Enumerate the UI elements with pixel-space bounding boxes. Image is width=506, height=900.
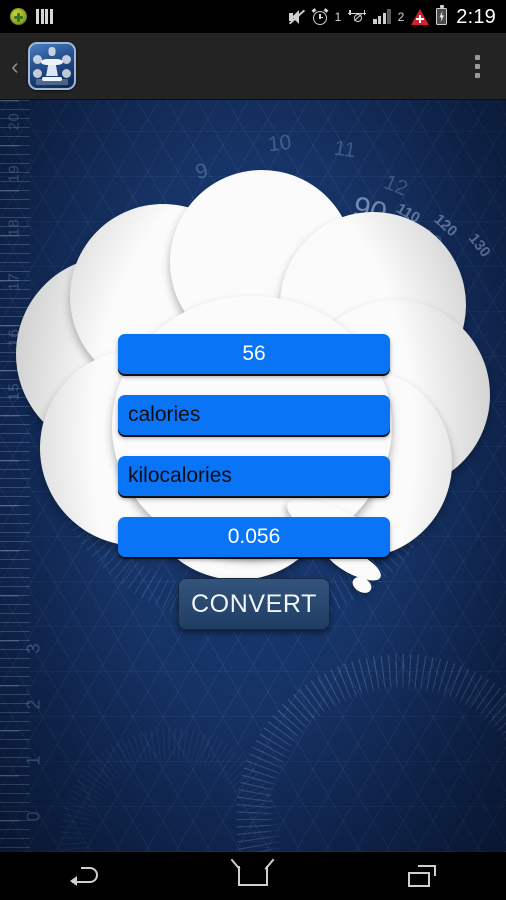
signal-count: 2 xyxy=(397,9,405,24)
signal-icon xyxy=(373,9,391,24)
back-arrow-icon xyxy=(70,866,99,886)
alert-triangle-icon xyxy=(411,8,430,25)
sim-bars-icon xyxy=(36,9,53,24)
to-unit-input[interactable]: kilocalories xyxy=(118,456,390,496)
unit-converter-app-icon[interactable] xyxy=(28,42,76,90)
home-icon xyxy=(237,866,268,886)
from-unit-input[interactable]: calories xyxy=(118,395,390,435)
overflow-menu-icon[interactable] xyxy=(464,44,490,88)
battery-charging-icon xyxy=(436,5,448,25)
status-bar-left xyxy=(0,8,53,25)
content-area: 7 8 9 10 11 12 13 14 15 16 4 5 6 130 120… xyxy=(0,100,506,852)
no-calls-icon xyxy=(348,10,367,23)
value-input[interactable]: 56 xyxy=(118,334,390,374)
phone-screen: 1 2 2:19 ‹ 7 xyxy=(0,0,506,900)
alarm-icon xyxy=(311,7,329,25)
recents-button[interactable] xyxy=(372,852,472,900)
home-button[interactable] xyxy=(203,852,303,900)
sync-icon xyxy=(10,8,27,25)
recents-icon xyxy=(407,865,436,887)
mute-icon xyxy=(288,9,305,25)
clock: 2:19 xyxy=(456,5,496,28)
converter-form: 56 calories kilocalories 0.056 CONVERT xyxy=(118,334,390,630)
navigation-bar xyxy=(0,852,506,900)
back-chevron-icon[interactable]: ‹ xyxy=(0,33,26,100)
back-button[interactable] xyxy=(34,852,134,900)
status-bar-right: 1 2 2:19 xyxy=(288,5,506,28)
alarm-count: 1 xyxy=(334,9,342,24)
convert-button[interactable]: CONVERT xyxy=(178,578,330,630)
action-bar: ‹ xyxy=(0,33,506,100)
status-bar: 1 2 2:19 xyxy=(0,0,506,33)
result-output[interactable]: 0.056 xyxy=(118,517,390,557)
